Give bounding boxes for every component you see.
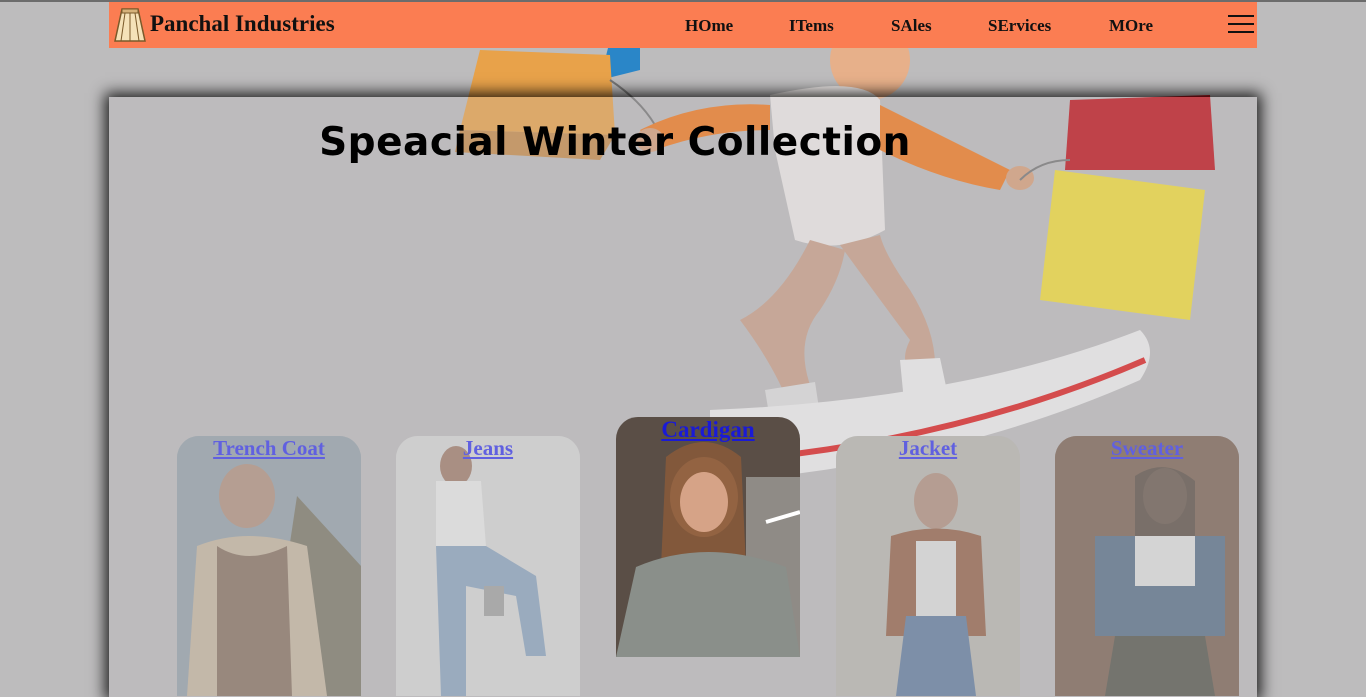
hamburger-menu-icon[interactable] xyxy=(1228,15,1254,35)
trench-coat-image xyxy=(177,436,361,696)
brand-name[interactable]: Panchal Industries xyxy=(150,11,335,37)
card-label[interactable]: Trench Coat xyxy=(177,436,361,461)
card-jacket[interactable]: Jacket xyxy=(836,436,1020,696)
jeans-image xyxy=(396,436,580,696)
card-jeans[interactable]: Jeans xyxy=(396,436,580,696)
nav-home[interactable]: HOme xyxy=(685,16,733,36)
card-label[interactable]: Cardigan xyxy=(616,417,800,443)
jacket-image xyxy=(836,436,1020,696)
card-label[interactable]: Sweater xyxy=(1055,436,1239,461)
nav-more[interactable]: MOre xyxy=(1109,16,1153,36)
navbar: Panchal Industries HOme ITems SAles SErv… xyxy=(109,2,1257,48)
skirt-logo-icon[interactable] xyxy=(113,7,147,43)
nav-items[interactable]: ITems xyxy=(789,16,834,36)
card-cardigan[interactable]: Cardigan xyxy=(616,417,800,657)
card-trench-coat[interactable]: Trench Coat xyxy=(177,436,361,696)
nav-services[interactable]: SErvices xyxy=(988,16,1051,36)
card-label[interactable]: Jacket xyxy=(836,436,1020,461)
sweater-image xyxy=(1055,436,1239,696)
page-title: Speacial Winter Collection xyxy=(319,120,911,165)
card-sweater[interactable]: Sweater xyxy=(1055,436,1239,696)
card-label[interactable]: Jeans xyxy=(396,436,580,461)
nav-sales[interactable]: SAles xyxy=(891,16,932,36)
cardigan-image xyxy=(616,417,800,657)
